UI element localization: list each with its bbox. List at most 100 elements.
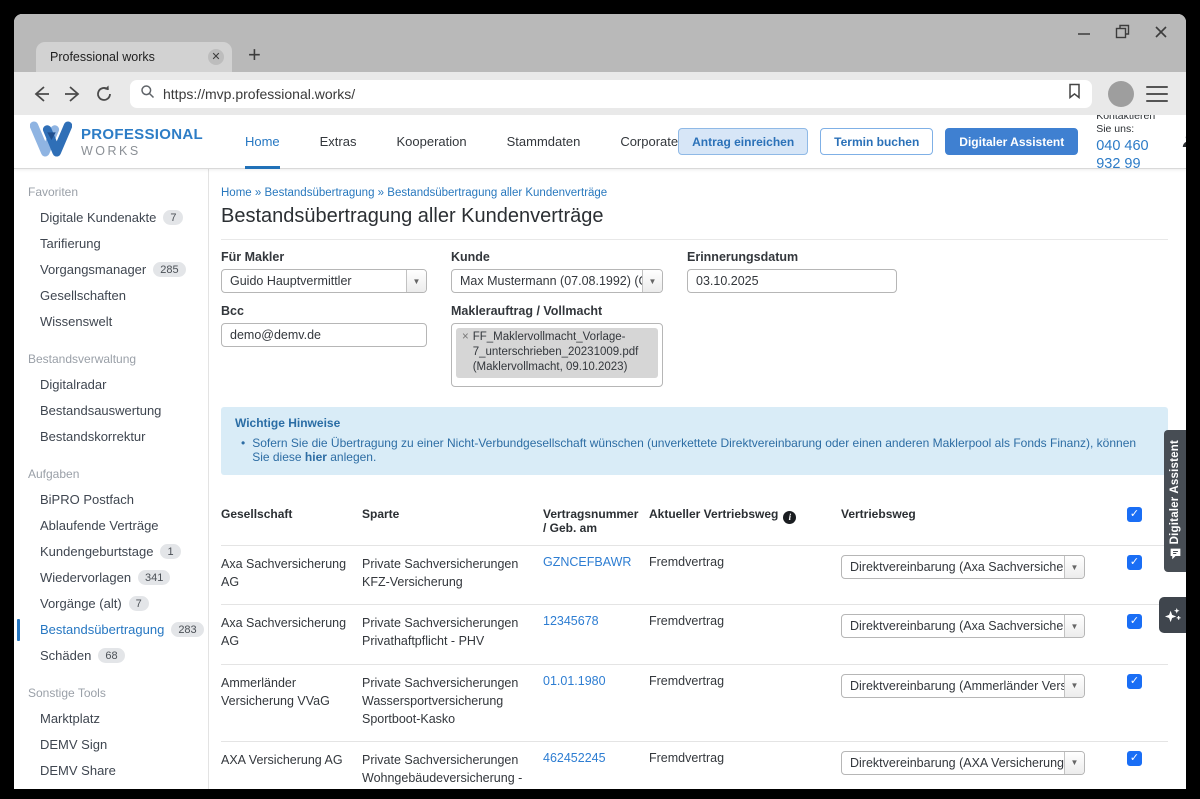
browser-tab[interactable]: Professional works ✕ xyxy=(36,42,232,72)
row-checkbox[interactable]: ✓ xyxy=(1127,555,1142,570)
url-bar[interactable]: https://mvp.professional.works/ xyxy=(130,80,1092,108)
remove-chip-icon[interactable]: × xyxy=(462,330,469,375)
search-icon xyxy=(140,84,155,104)
row-checkbox[interactable]: ✓ xyxy=(1127,614,1142,629)
sidebar-item-demv-sign[interactable]: DEMV Sign xyxy=(14,732,208,758)
browser-toolbar: https://mvp.professional.works/ xyxy=(14,72,1186,115)
bcc-input[interactable] xyxy=(221,323,427,347)
nav-extras[interactable]: Extras xyxy=(320,115,357,169)
notice-box: Wichtige Hinweise • Sofern Sie die Übert… xyxy=(221,407,1168,475)
erinnerungsdatum-input[interactable] xyxy=(687,269,897,293)
breadcrumb-home[interactable]: Home xyxy=(221,187,252,199)
sidebar-item-wissenswelt[interactable]: Wissenswelt xyxy=(14,309,208,335)
app-header: PROFESSIONAL WORKS Home Extras Kooperati… xyxy=(14,115,1186,169)
tab-close-icon[interactable]: ✕ xyxy=(208,49,224,65)
logo-icon xyxy=(30,121,72,162)
nav-home[interactable]: Home xyxy=(245,115,280,169)
transfer-form: Für Makler Guido Hauptvermittler ▼ Kunde… xyxy=(221,250,1168,387)
count-badge: 283 xyxy=(171,622,203,637)
vertragsnummer-link[interactable]: GZNCEFBAWR xyxy=(543,555,643,569)
chevron-down-icon: ▼ xyxy=(642,270,662,292)
antrag-einreichen-button[interactable]: Antrag einreichen xyxy=(678,128,808,155)
close-icon[interactable] xyxy=(1154,25,1168,39)
vertriebsweg-select[interactable]: Direktvereinbarung (Ammerländer Versiche… xyxy=(841,674,1085,698)
sidebar: Favoriten Digitale Kundenakte7 Tarifieru… xyxy=(14,169,209,789)
user-menu[interactable]: demo ▼ xyxy=(1181,133,1186,151)
select-all-checkbox[interactable]: ✓ xyxy=(1127,507,1142,522)
sidebar-section-title: Sonstige Tools xyxy=(14,682,208,704)
back-button[interactable] xyxy=(30,83,52,105)
sidebar-item-bestandsauswertung[interactable]: Bestandsauswertung xyxy=(14,398,208,424)
sidebar-item-marktplatz[interactable]: Marktplatz xyxy=(14,706,208,732)
app-body: Favoriten Digitale Kundenakte7 Tarifieru… xyxy=(14,169,1186,789)
info-icon[interactable]: i xyxy=(783,511,796,524)
vertragsnummer-link[interactable]: 12345678 xyxy=(543,614,643,628)
app: PROFESSIONAL WORKS Home Extras Kooperati… xyxy=(14,115,1186,789)
bcc-field: Bcc xyxy=(221,304,427,387)
vertragsnummer-link[interactable]: 462452245 xyxy=(543,751,643,765)
url-text[interactable]: https://mvp.professional.works/ xyxy=(163,86,1059,102)
row-checkbox[interactable]: ✓ xyxy=(1127,674,1142,689)
brand-logo[interactable]: PROFESSIONAL WORKS xyxy=(30,121,203,162)
erinnerungsdatum-field: Erinnerungsdatum xyxy=(687,250,897,293)
digitaler-assistent-button[interactable]: Digitaler Assistent xyxy=(945,128,1078,155)
sidebar-item-wiedervorlagen[interactable]: Wiedervorlagen341 xyxy=(14,565,208,591)
screen-frame: Professional works ✕ + https://mvp.profe… xyxy=(0,0,1200,799)
restore-icon[interactable] xyxy=(1115,24,1130,39)
sidebar-item-vorgaenge-alt[interactable]: Vorgänge (alt)7 xyxy=(14,591,208,617)
sidebar-item-bestandsuebertragung[interactable]: Bestandsübertragung283 xyxy=(14,617,208,643)
contact-block: Kontaktieren Sie uns: 040 460 932 99 xyxy=(1096,115,1155,173)
digitaler-assistent-side-tab[interactable]: Digitaler Assistent xyxy=(1164,430,1186,572)
header-actions: Antrag einreichen Termin buchen Digitale… xyxy=(678,115,1186,173)
vollmacht-multiselect[interactable]: × FF_Maklervollmacht_Vorlage-7_unterschr… xyxy=(451,323,663,387)
nav-kooperation[interactable]: Kooperation xyxy=(396,115,466,169)
minimize-icon[interactable] xyxy=(1077,25,1091,39)
sidebar-item-digitale-kundenakte[interactable]: Digitale Kundenakte7 xyxy=(14,205,208,231)
sidebar-section-favoriten: Favoriten Digitale Kundenakte7 Tarifieru… xyxy=(14,181,208,335)
sparkle-button[interactable] xyxy=(1159,597,1186,633)
vertriebsweg-select[interactable]: Direktvereinbarung (Axa Sachversicherung… xyxy=(841,614,1085,638)
contact-phone[interactable]: 040 460 932 99 xyxy=(1096,137,1155,173)
termin-buchen-button[interactable]: Termin buchen xyxy=(820,128,933,155)
kunde-select[interactable]: Max Mustermann (07.08.1992) (Guido H... … xyxy=(451,269,663,293)
browser-profile-avatar[interactable] xyxy=(1108,81,1134,107)
vollmacht-field: Maklerauftrag / Vollmacht × FF_Maklervol… xyxy=(451,304,663,387)
sidebar-item-bestandskorrektur[interactable]: Bestandskorrektur xyxy=(14,424,208,450)
forward-button[interactable] xyxy=(62,83,84,105)
sidebar-item-gesellschaften[interactable]: Gesellschaften xyxy=(14,283,208,309)
sidebar-item-digitalradar[interactable]: Digitalradar xyxy=(14,372,208,398)
sidebar-item-demv-share[interactable]: DEMV Share xyxy=(14,758,208,784)
kunde-label: Kunde xyxy=(451,250,663,264)
makler-select[interactable]: Guido Hauptvermittler ▼ xyxy=(221,269,427,293)
count-badge: 285 xyxy=(153,262,185,277)
sidebar-item-tarifierung[interactable]: Tarifierung xyxy=(14,231,208,257)
sidebar-item-bipro-postfach[interactable]: BiPRO Postfach xyxy=(14,487,208,513)
bookmark-icon[interactable] xyxy=(1067,83,1082,104)
vertriebsweg-select[interactable]: Direktvereinbarung (Axa Sachversicherung… xyxy=(841,555,1085,579)
brand-line2: WORKS xyxy=(81,144,203,158)
browser-window: Professional works ✕ + https://mvp.profe… xyxy=(14,14,1186,789)
divider xyxy=(221,239,1168,240)
sidebar-item-ablaufende-vertraege[interactable]: Ablaufende Verträge xyxy=(14,513,208,539)
col-gesellschaft: Gesellschaft xyxy=(221,507,356,521)
hier-link[interactable]: hier xyxy=(305,450,327,464)
breadcrumb-level2[interactable]: Bestandsübertragung aller Kundenverträge xyxy=(387,187,607,199)
main-content: Home » Bestandsübertragung » Bestandsübe… xyxy=(209,169,1186,789)
sidebar-item-schaeden[interactable]: Schäden68 xyxy=(14,643,208,669)
sidebar-item-demv-save[interactable]: DEMV Save xyxy=(14,784,208,789)
new-tab-button[interactable]: + xyxy=(248,42,261,72)
breadcrumb-level1[interactable]: Bestandsübertragung xyxy=(265,187,375,199)
nav-corporate[interactable]: Corporate xyxy=(620,115,678,169)
geburtsdatum-link[interactable]: 01.01.1980 xyxy=(543,674,643,688)
sidebar-section-bestandsverwaltung: Bestandsverwaltung Digitalradar Bestands… xyxy=(14,348,208,450)
sidebar-section-sonstige-tools: Sonstige Tools Marktplatz DEMV Sign DEMV… xyxy=(14,682,208,789)
vertriebsweg-select[interactable]: Direktvereinbarung (AXA Versicherung AG)… xyxy=(841,751,1085,775)
menu-icon[interactable] xyxy=(1144,84,1170,104)
row-checkbox[interactable]: ✓ xyxy=(1127,751,1142,766)
sidebar-item-kundengeburtstage[interactable]: Kundengeburtstage1 xyxy=(14,539,208,565)
nav-stammdaten[interactable]: Stammdaten xyxy=(507,115,581,169)
reload-button[interactable] xyxy=(94,84,114,104)
main-nav: Home Extras Kooperation Stammdaten Corpo… xyxy=(245,115,678,169)
sidebar-item-vorgangsmanager[interactable]: Vorgangsmanager285 xyxy=(14,257,208,283)
col-vertriebsweg: Vertriebsweg xyxy=(841,507,1085,521)
